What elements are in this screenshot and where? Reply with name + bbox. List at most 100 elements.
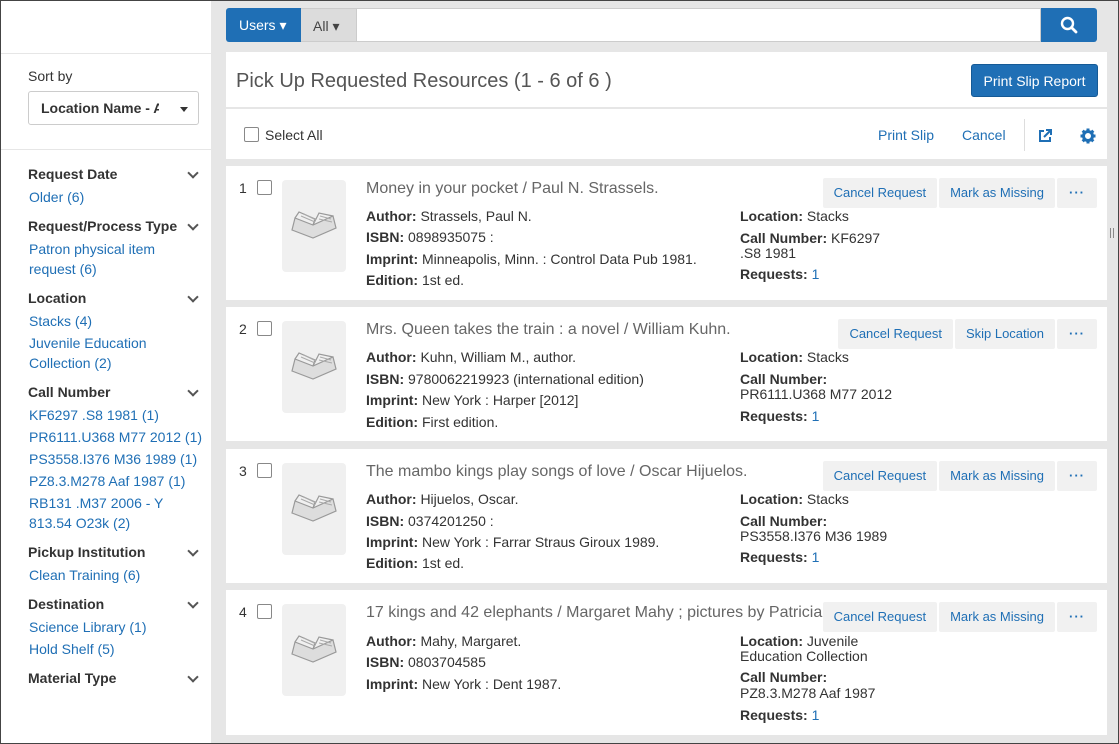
result-checkbox[interactable] [257,463,272,478]
chevron-down-icon[interactable] [187,385,199,397]
cancel-request-button[interactable]: Cancel Request [822,178,938,208]
facet-title[interactable]: Material Type [28,667,203,689]
sort-select[interactable]: Location Name - A [28,91,199,125]
facet-title[interactable]: Request/Process Type [28,215,203,237]
location-field: Location: Juvenile [740,633,859,649]
facet-item[interactable]: KF6297 .S8 1981 (1) [29,405,203,425]
facet-item[interactable]: PS3558.I376 M36 1989 (1) [29,449,203,469]
skip-location-button[interactable]: Skip Location [954,319,1055,349]
facet-item[interactable]: RB131 .M37 2006 - Y 813.54 O23k (2) [29,493,203,533]
export-icon[interactable] [1037,128,1053,144]
facet-item[interactable]: Science Library (1) [29,617,203,637]
results-header: Pick Up Requested Resources (1 - 6 of 6 … [226,52,1107,108]
select-all-label: Select All [265,127,323,143]
chevron-down-icon[interactable] [187,545,199,557]
result-checkbox[interactable] [257,180,272,195]
facet-item[interactable]: Hold Shelf (5) [29,639,203,659]
search-button[interactable] [1041,8,1097,42]
print-slip-button[interactable]: Print Slip [878,127,934,143]
chevron-down-icon[interactable] [187,597,199,609]
more-actions-button[interactable]: ··· [1057,319,1097,349]
cancel-request-button[interactable]: Cancel Request [822,461,938,491]
call-number-continued: .S8 1981 [740,245,797,261]
divider [1,53,211,54]
isbn-field: ISBN: 9780062219923 (international editi… [366,371,644,387]
resize-handle[interactable] [1110,228,1114,238]
facet-request-date: Request Date Older (6) [28,163,203,207]
requests-link[interactable]: 1 [812,266,820,282]
result-checkbox[interactable] [257,321,272,336]
facet-item[interactable]: PR6111.U368 M77 2012 (1) [29,427,203,447]
result-number: 4 [239,604,247,620]
imprint-field: Imprint: New York : Dent 1987. [366,676,562,692]
edition-field: Edition: 1st ed. [366,555,465,571]
facet-item[interactable]: Juvenile Education Collection (2) [29,333,203,373]
imprint-field: Imprint: Minneapolis, Minn. : Control Da… [366,251,697,267]
facet-title[interactable]: Destination [28,593,203,615]
gear-icon[interactable] [1080,128,1096,144]
isbn-field: ISBN: 0803704585 [366,654,486,670]
mark-as-missing-button[interactable]: Mark as Missing [939,178,1055,208]
result-title[interactable]: The mambo kings play songs of love / Osc… [366,463,748,481]
mark-as-missing-button[interactable]: Mark as Missing [939,461,1055,491]
facet-item[interactable]: Patron physical item request (6) [29,239,203,279]
chevron-down-icon[interactable] [187,167,199,179]
chevron-down-icon[interactable] [187,291,199,303]
facet-destination: Destination Science Library (1) Hold She… [28,593,203,659]
results-toolbar: Select All Print Slip Cancel [226,109,1107,159]
call-number-field: Call Number: [740,513,828,529]
requests-link[interactable]: 1 [812,549,820,565]
caret-down-icon: ▾ [279,17,287,33]
more-actions-button[interactable]: ··· [1057,461,1097,491]
facet-item[interactable]: Older (6) [29,187,203,207]
call-number-value: PS3558.I376 M36 1989 [740,528,888,544]
result-title[interactable]: Mrs. Queen takes the train : a novel / W… [366,321,731,339]
search-input[interactable] [356,8,1041,42]
imprint-field: Imprint: New York : Harper [2012] [366,392,579,408]
facet-request-type: Request/Process Type Patron physical ite… [28,215,203,279]
cancel-request-button[interactable]: Cancel Request [838,319,953,349]
search-scope-dropdown[interactable]: Users ▾ [226,8,301,42]
facet-location: Location Stacks (4) Juvenile Education C… [28,287,203,373]
more-actions-button[interactable]: ··· [1057,602,1097,632]
caret-down-icon [180,107,188,112]
result-actions: Cancel Request Mark as Missing ··· [822,602,1097,632]
facet-title[interactable]: Call Number [28,381,203,403]
print-slip-report-button[interactable]: Print Slip Report [971,64,1098,97]
requests-link[interactable]: 1 [812,707,820,723]
facet-material-type: Material Type [28,667,203,689]
result-title[interactable]: Money in your pocket / Paul N. Strassels… [366,180,659,198]
cancel-request-button[interactable]: Cancel Request [822,602,938,632]
facet-title[interactable]: Location [28,287,203,309]
result-actions: Cancel Request Mark as Missing ··· [822,178,1097,208]
facet-item[interactable]: PZ8.3.M278 Aaf 1987 (1) [29,471,203,491]
book-icon [291,494,337,522]
book-icon [291,211,337,239]
chevron-down-icon[interactable] [187,219,199,231]
result-number: 3 [239,463,247,479]
more-actions-button[interactable]: ··· [1057,178,1097,208]
search-bar: Users ▾ All ▾ [226,8,1097,42]
requests-link[interactable]: 1 [812,408,820,424]
book-thumbnail [282,463,346,555]
facet-item[interactable]: Stacks (4) [29,311,203,331]
edition-field: Edition: 1st ed. [366,272,465,288]
facet-list: Request Date Older (6) Request/Process T… [28,163,203,697]
chevron-down-icon[interactable] [187,671,199,683]
facet-title[interactable]: Pickup Institution [28,541,203,563]
result-card: 4 17 kings and 42 elephants / Margaret M… [226,590,1107,735]
cancel-button[interactable]: Cancel [962,127,1006,143]
facet-item[interactable]: Clean Training (6) [29,565,203,585]
facet-title[interactable]: Request Date [28,163,203,185]
search-filter-dropdown[interactable]: All ▾ [301,8,356,42]
caret-down-icon: ▾ [332,18,340,34]
result-title[interactable]: 17 kings and 42 elephants / Margaret Mah… [366,604,838,622]
result-checkbox[interactable] [257,604,272,619]
book-icon [291,352,337,380]
imprint-field: Imprint: New York : Farrar Straus Giroux… [366,534,660,550]
select-all-checkbox[interactable] [244,127,259,142]
isbn-field: ISBN: 0374201250 : [366,513,494,529]
call-number-field: Call Number: [740,371,828,387]
mark-as-missing-button[interactable]: Mark as Missing [939,602,1055,632]
call-number-value: PR6111.U368 M77 2012 [740,386,893,402]
